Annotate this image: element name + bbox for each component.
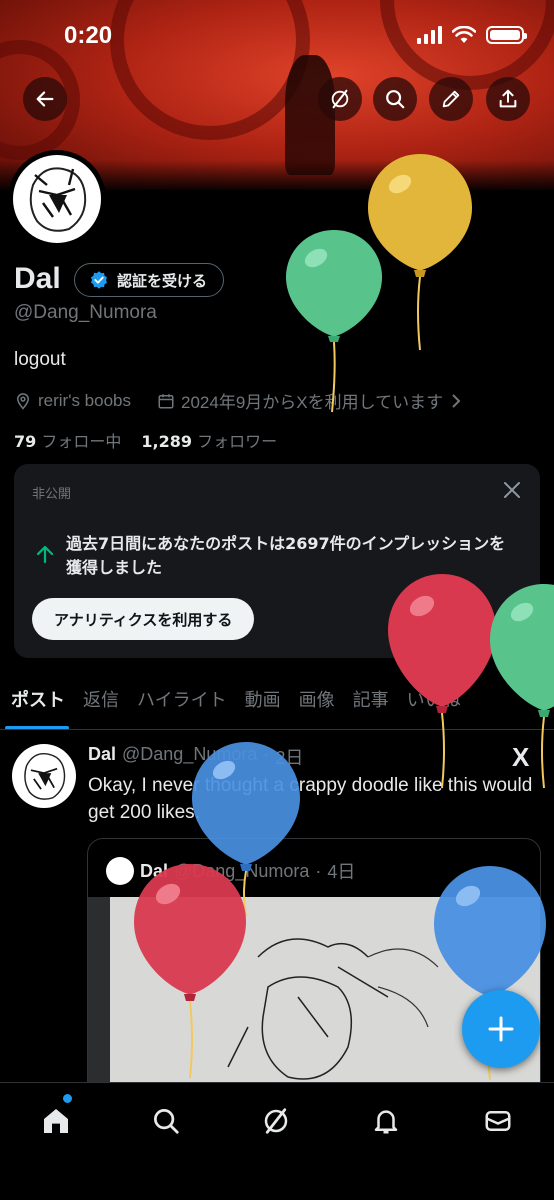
verified-badge-icon [91,271,107,289]
avatar-drawing [29,167,87,232]
profile-tabs: ポスト 返信 ハイライト 動画 画像 記事 いいね [0,676,554,730]
search-icon [386,90,405,109]
tab-highlights[interactable]: ハイライト [128,676,236,729]
location-icon [16,392,30,410]
private-label: 非公開 [32,487,72,502]
profile-location: rerir's boobs [38,390,132,410]
tab-replies[interactable]: 返信 [74,676,128,729]
followers-label: フォロワー [197,432,278,451]
nav-messages[interactable] [478,1101,518,1141]
grok-icon [264,1108,288,1134]
post-separator: · [263,744,270,764]
tab-videos[interactable]: 動画 [236,676,290,729]
quoted-post[interactable]: Dal @Dang_Numora · 4日 [87,838,541,1098]
following-label: フォロー中 [41,432,122,451]
back-arrow-icon [36,91,54,107]
tab-articles[interactable]: 記事 [344,676,398,729]
search-button[interactable] [373,77,417,121]
post-text: Okay, I never thought a crappy doodle li… [88,775,533,823]
share-icon [499,89,517,108]
arrow-up-icon [36,545,54,564]
quoted-author-name: Dal [140,860,169,881]
post-author-name[interactable]: Dal [88,744,116,770]
close-button[interactable] [502,480,522,504]
chevron-right-icon[interactable] [449,393,463,409]
profile-handle: @Dang_Numora [14,302,157,323]
compose-button[interactable] [462,990,540,1068]
plus-icon [488,1016,514,1042]
bell-icon [374,1110,398,1134]
grok-button[interactable] [318,77,362,121]
back-button[interactable] [23,77,67,121]
post-header: Dal @Dang_Numora · 2日 [88,744,303,770]
status-time: 0:20 [64,22,113,49]
profile-meta: rerir's boobs 2024年9月からXを利用しています [14,388,463,413]
edit-button[interactable] [429,77,473,121]
battery-icon [486,26,527,44]
grok-icon [331,89,349,109]
avatar-drawing [24,753,66,800]
get-verified-label: 認証を受ける [117,271,208,290]
quoted-separator: · [315,860,322,881]
get-verified-button[interactable]: 認証を受ける [74,263,225,297]
quoted-time: 4日 [327,862,356,882]
notification-dot [63,1094,72,1103]
x-logo-icon: X [512,742,530,772]
tab-likes[interactable]: いいね [398,676,470,729]
post-avatar[interactable] [12,744,76,808]
followers-link[interactable]: 1,289 フォロワー [141,428,277,452]
profile-joined: 2024年9月からXを利用しています [181,393,444,412]
nav-grok[interactable] [256,1101,296,1141]
share-button[interactable] [486,77,530,121]
impressions-message: 過去7日間にあなたのポストは2697件のインプレッションを獲得しました [66,534,506,577]
post-time[interactable]: 2日 [275,744,303,770]
following-link[interactable]: 79 フォロー中 [14,428,121,452]
bottom-navigation [0,1082,554,1200]
quoted-avatar [106,857,134,885]
quoted-post-header: Dal @Dang_Numora · 4日 [106,857,355,885]
quoted-post-image[interactable] [88,897,540,1097]
wifi-icon [452,26,476,43]
follow-stats: 79 フォロー中 1,289 フォロワー [14,428,277,452]
followers-count: 1,289 [141,432,192,451]
mail-icon [485,1111,511,1131]
tab-photos[interactable]: 画像 [290,676,344,729]
profile-name: Dal [14,262,61,295]
nav-notifications[interactable] [366,1101,406,1141]
quoted-author-handle: @Dang_Numora [174,860,310,881]
calendar-icon [158,393,174,408]
private-analytics-card: 非公開 過去7日間にあなたのポストは2697件のインプレッションを獲得しました … [14,464,540,658]
profile-avatar[interactable] [8,150,106,248]
edit-icon [442,90,460,108]
close-icon [504,482,520,498]
post-author-handle[interactable]: @Dang_Numora [122,744,257,770]
use-analytics-button[interactable]: アナリティクスを利用する [32,598,255,640]
following-count: 79 [14,432,37,451]
nav-home[interactable] [36,1101,76,1141]
profile-bio: logout [14,349,66,370]
signal-icon [417,26,442,44]
tab-posts[interactable]: ポスト [0,676,74,729]
status-bar: 0:20 [0,18,554,58]
search-icon [154,1109,179,1134]
home-icon [44,1109,68,1133]
nav-search[interactable] [146,1101,186,1141]
